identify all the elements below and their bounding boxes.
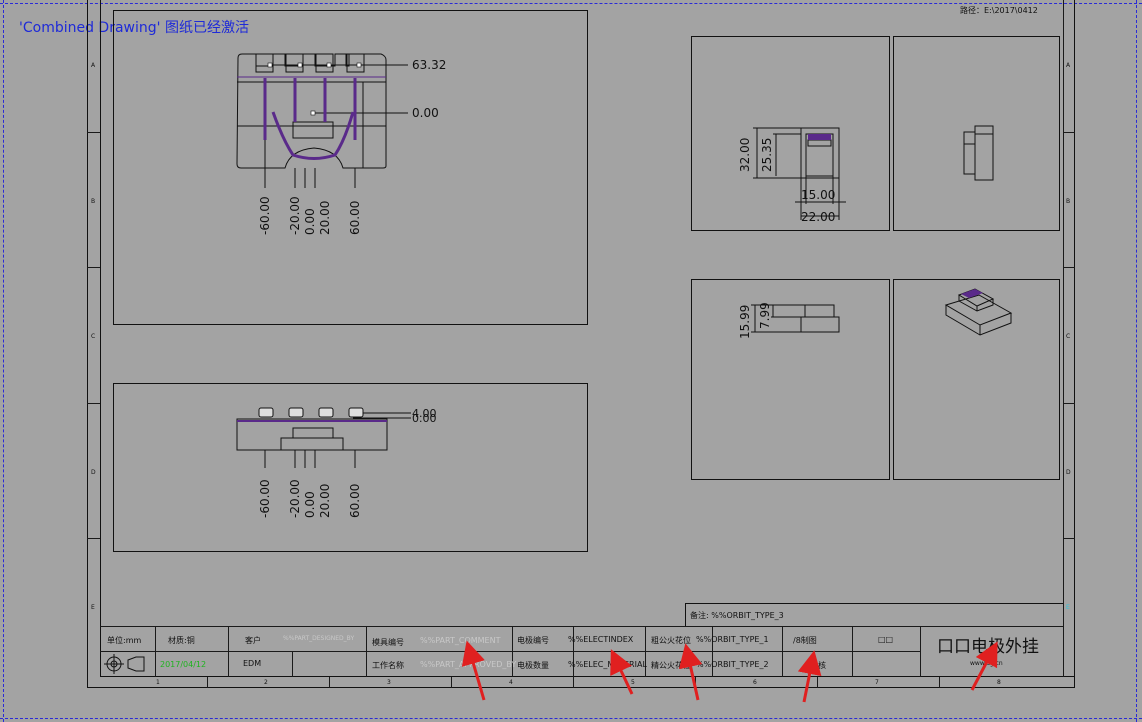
arrow-annotation bbox=[461, 640, 486, 701]
arrow-annotation bbox=[610, 649, 634, 695]
arrow-annotation bbox=[970, 641, 998, 691]
annotation-arrows bbox=[461, 640, 998, 703]
arrow-annotation bbox=[678, 643, 703, 701]
arrow-annotation bbox=[797, 650, 822, 703]
